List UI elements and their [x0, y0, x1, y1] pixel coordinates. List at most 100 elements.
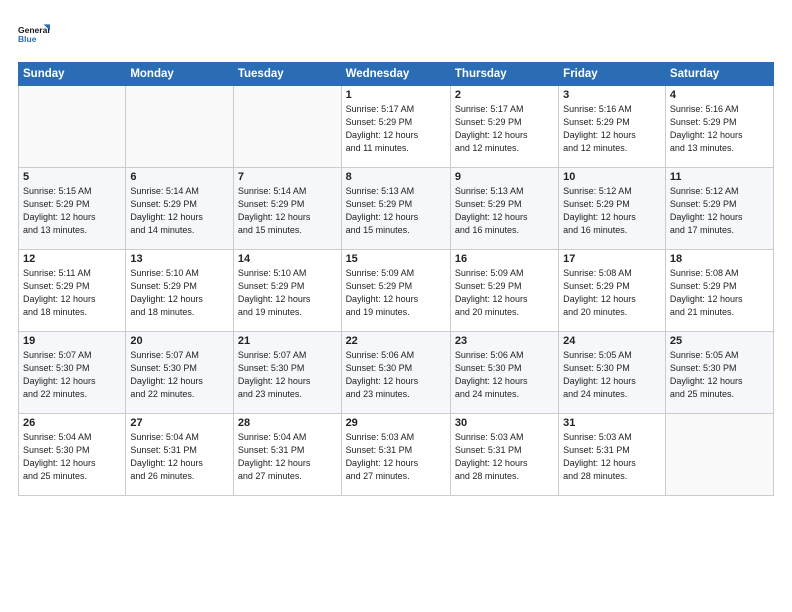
day-info: Sunrise: 5:17 AMSunset: 5:29 PMDaylight:… [346, 103, 446, 155]
calendar-cell: 18Sunrise: 5:08 AMSunset: 5:29 PMDayligh… [665, 250, 773, 332]
svg-text:General: General [18, 25, 50, 35]
calendar-cell: 8 Sunrise: 5:13 AMSunset: 5:29 PMDaylight… [341, 168, 450, 250]
day-number: 17 [563, 253, 661, 265]
week-row-5: 26 Sunrise: 5:04 AMSunset: 5:30 PMDayligh… [19, 414, 774, 496]
calendar-cell: 1 Sunrise: 5:17 AMSunset: 5:29 PMDaylight… [341, 86, 450, 168]
day-info: Sunrise: 5:13 AMSunset: 5:29 PMDaylight:… [346, 185, 446, 237]
day-number: 13 [130, 253, 229, 265]
day-info: Sunrise: 5:14 AMSunset: 5:29 PMDaylight:… [130, 185, 229, 237]
day-info: Sunrise: 5:11 AMSunset: 5:29 PMDaylight:… [23, 267, 121, 319]
col-header-thursday: Thursday [450, 63, 558, 86]
day-number: 26 [23, 417, 121, 429]
calendar-header-row: SundayMondayTuesdayWednesdayThursdayFrid… [19, 63, 774, 86]
calendar-cell: 5Sunrise: 5:15 AMSunset: 5:29 PMDaylight… [19, 168, 126, 250]
day-info: Sunrise: 5:05 AMSunset: 5:30 PMDaylight:… [563, 349, 661, 401]
day-info: Sunrise: 5:08 AMSunset: 5:29 PMDaylight:… [563, 267, 661, 319]
day-number: 11 [670, 171, 769, 183]
col-header-friday: Friday [559, 63, 666, 86]
day-info: Sunrise: 5:06 AMSunset: 5:30 PMDaylight:… [346, 349, 446, 401]
day-number: 24 [563, 335, 661, 347]
day-number: 4 [670, 89, 769, 101]
day-number: 12 [23, 253, 121, 265]
calendar-cell: 14 Sunrise: 5:10 AMSunset: 5:29 PMDayligh… [233, 250, 341, 332]
day-number: 31 [563, 417, 661, 429]
day-number: 19 [23, 335, 121, 347]
day-number: 6 [130, 171, 229, 183]
day-info: Sunrise: 5:07 AMSunset: 5:30 PMDaylight:… [130, 349, 229, 401]
calendar-cell [665, 414, 773, 496]
day-number: 15 [346, 253, 446, 265]
day-info: Sunrise: 5:03 AMSunset: 5:31 PMDaylight:… [455, 431, 554, 483]
day-number: 2 [455, 89, 554, 101]
day-info: Sunrise: 5:16 AMSunset: 5:29 PMDaylight:… [670, 103, 769, 155]
day-info: Sunrise: 5:12 AMSunset: 5:29 PMDaylight:… [563, 185, 661, 237]
calendar-cell: 20 Sunrise: 5:07 AMSunset: 5:30 PMDayligh… [126, 332, 234, 414]
day-number: 18 [670, 253, 769, 265]
calendar-cell: 22 Sunrise: 5:06 AMSunset: 5:30 PMDayligh… [341, 332, 450, 414]
calendar-table: SundayMondayTuesdayWednesdayThursdayFrid… [18, 62, 774, 496]
day-info: Sunrise: 5:07 AMSunset: 5:30 PMDaylight:… [238, 349, 337, 401]
col-header-sunday: Sunday [19, 63, 126, 86]
day-number: 21 [238, 335, 337, 347]
day-number: 20 [130, 335, 229, 347]
day-number: 14 [238, 253, 337, 265]
logo: General Blue [18, 16, 50, 52]
day-number: 22 [346, 335, 446, 347]
day-info: Sunrise: 5:09 AMSunset: 5:29 PMDaylight:… [455, 267, 554, 319]
calendar-cell: 19 Sunrise: 5:07 AMSunset: 5:30 PMDayligh… [19, 332, 126, 414]
day-info: Sunrise: 5:12 AMSunset: 5:29 PMDaylight:… [670, 185, 769, 237]
day-number: 30 [455, 417, 554, 429]
day-info: Sunrise: 5:16 AMSunset: 5:29 PMDaylight:… [563, 103, 661, 155]
calendar-cell: 7 Sunrise: 5:14 AMSunset: 5:29 PMDaylight… [233, 168, 341, 250]
day-number: 7 [238, 171, 337, 183]
day-number: 5 [23, 171, 121, 183]
calendar-cell [126, 86, 234, 168]
day-number: 8 [346, 171, 446, 183]
day-info: Sunrise: 5:03 AMSunset: 5:31 PMDaylight:… [563, 431, 661, 483]
calendar-cell: 30 Sunrise: 5:03 AMSunset: 5:31 PMDayligh… [450, 414, 558, 496]
day-number: 27 [130, 417, 229, 429]
calendar-cell: 23 Sunrise: 5:06 AMSunset: 5:30 PMDayligh… [450, 332, 558, 414]
day-number: 1 [346, 89, 446, 101]
day-info: Sunrise: 5:05 AMSunset: 5:30 PMDaylight:… [670, 349, 769, 401]
logo-svg: General Blue [18, 16, 50, 52]
day-info: Sunrise: 5:14 AMSunset: 5:29 PMDaylight:… [238, 185, 337, 237]
calendar-cell: 13Sunrise: 5:10 AMSunset: 5:29 PMDayligh… [126, 250, 234, 332]
calendar-cell: 25 Sunrise: 5:05 AMSunset: 5:30 PMDayligh… [665, 332, 773, 414]
calendar-cell: 12 Sunrise: 5:11 AMSunset: 5:29 PMDayligh… [19, 250, 126, 332]
svg-text:Blue: Blue [18, 34, 37, 44]
day-info: Sunrise: 5:06 AMSunset: 5:30 PMDaylight:… [455, 349, 554, 401]
day-number: 16 [455, 253, 554, 265]
calendar-cell: 10Sunrise: 5:12 AMSunset: 5:29 PMDayligh… [559, 168, 666, 250]
calendar-cell: 29Sunrise: 5:03 AMSunset: 5:31 PMDayligh… [341, 414, 450, 496]
week-row-4: 19 Sunrise: 5:07 AMSunset: 5:30 PMDayligh… [19, 332, 774, 414]
calendar-cell: 2Sunrise: 5:17 AMSunset: 5:29 PMDaylight… [450, 86, 558, 168]
col-header-tuesday: Tuesday [233, 63, 341, 86]
calendar-cell: 6 Sunrise: 5:14 AMSunset: 5:29 PMDaylight… [126, 168, 234, 250]
page-header: General Blue [18, 16, 774, 52]
day-number: 23 [455, 335, 554, 347]
calendar-cell: 3Sunrise: 5:16 AMSunset: 5:29 PMDaylight… [559, 86, 666, 168]
calendar-cell: 28 Sunrise: 5:04 AMSunset: 5:31 PMDayligh… [233, 414, 341, 496]
calendar-cell: 27Sunrise: 5:04 AMSunset: 5:31 PMDayligh… [126, 414, 234, 496]
calendar-cell: 9 Sunrise: 5:13 AMSunset: 5:29 PMDaylight… [450, 168, 558, 250]
calendar-cell: 17 Sunrise: 5:08 AMSunset: 5:29 PMDayligh… [559, 250, 666, 332]
calendar-cell: 26 Sunrise: 5:04 AMSunset: 5:30 PMDayligh… [19, 414, 126, 496]
col-header-wednesday: Wednesday [341, 63, 450, 86]
week-row-3: 12 Sunrise: 5:11 AMSunset: 5:29 PMDayligh… [19, 250, 774, 332]
day-number: 28 [238, 417, 337, 429]
day-info: Sunrise: 5:13 AMSunset: 5:29 PMDaylight:… [455, 185, 554, 237]
calendar-cell: 4 Sunrise: 5:16 AMSunset: 5:29 PMDaylight… [665, 86, 773, 168]
day-info: Sunrise: 5:07 AMSunset: 5:30 PMDaylight:… [23, 349, 121, 401]
week-row-2: 5Sunrise: 5:15 AMSunset: 5:29 PMDaylight… [19, 168, 774, 250]
day-info: Sunrise: 5:04 AMSunset: 5:31 PMDaylight:… [238, 431, 337, 483]
calendar-cell: 16 Sunrise: 5:09 AMSunset: 5:29 PMDayligh… [450, 250, 558, 332]
day-info: Sunrise: 5:10 AMSunset: 5:29 PMDaylight:… [238, 267, 337, 319]
calendar-cell: 11 Sunrise: 5:12 AMSunset: 5:29 PMDayligh… [665, 168, 773, 250]
calendar-cell [19, 86, 126, 168]
day-info: Sunrise: 5:04 AMSunset: 5:30 PMDaylight:… [23, 431, 121, 483]
day-number: 25 [670, 335, 769, 347]
day-info: Sunrise: 5:03 AMSunset: 5:31 PMDaylight:… [346, 431, 446, 483]
day-info: Sunrise: 5:09 AMSunset: 5:29 PMDaylight:… [346, 267, 446, 319]
day-number: 9 [455, 171, 554, 183]
